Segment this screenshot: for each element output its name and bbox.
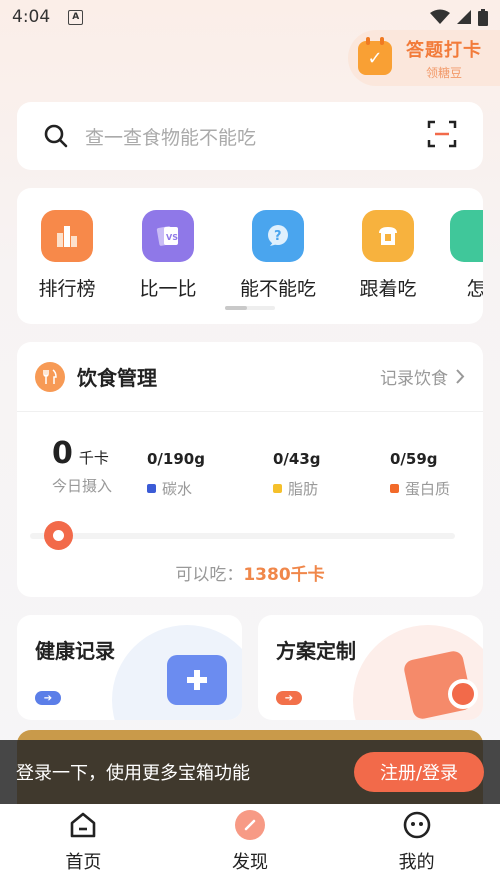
tab-home[interactable]: 首页 — [0, 804, 167, 888]
protein-dot — [390, 484, 399, 493]
bottom-tab-bar: 首页 发现 我的 — [0, 804, 500, 888]
protein-value: 0/59g — [390, 450, 438, 468]
fat-value: 0/43g — [273, 450, 321, 468]
search-icon — [43, 123, 69, 149]
category-compare[interactable]: VS 比一比 — [123, 210, 213, 301]
vs-cards-icon: VS — [142, 210, 194, 262]
carb-value: 0/190g — [147, 450, 205, 468]
signal-icon — [457, 10, 471, 24]
category-label: 能不能吃 — [239, 278, 316, 300]
home-icon — [71, 812, 96, 838]
search-bar[interactable]: 查一查食物能不能吃 — [17, 102, 483, 170]
tab-label: 我的 — [398, 852, 435, 873]
medical-kit-icon — [167, 655, 227, 705]
checkin-title: 答题打卡 — [406, 39, 482, 61]
category-scroll-indicator — [225, 306, 275, 310]
category-ranking[interactable]: 排行榜 — [22, 210, 112, 301]
carb-label: 碳水 — [162, 480, 193, 498]
category-label: 怎 — [466, 278, 483, 300]
bread-icon — [362, 210, 414, 262]
app-notification-icon: A — [68, 9, 84, 25]
fat-stat: 0/43g 脂肪 — [273, 450, 321, 499]
health-record-title: 健康记录 — [35, 639, 115, 663]
health-record-card[interactable]: 健康记录 ➔ — [17, 615, 242, 720]
tab-label: 首页 — [65, 852, 102, 873]
can-eat-value: 1380千卡 — [243, 565, 325, 585]
scroll-thumb — [225, 306, 247, 310]
battery-icon — [478, 8, 488, 26]
svg-text:?: ? — [274, 229, 282, 244]
calendar-check-icon: ✓ — [358, 37, 392, 75]
protein-label: 蛋白质 — [405, 480, 451, 498]
can-eat-text: 可以吃：1380千卡 — [0, 560, 500, 585]
category-label: 排行榜 — [38, 278, 96, 300]
svg-text:VS: VS — [166, 233, 178, 242]
register-login-button[interactable]: 注册/登录 — [354, 752, 484, 792]
category-can-eat[interactable]: ? 能不能吃 — [233, 210, 323, 301]
calorie-progress-knob — [44, 521, 73, 550]
diet-title: 饮食管理 — [77, 366, 157, 390]
question-bubble-icon: ? — [252, 210, 304, 262]
record-diet-link[interactable]: 记录饮食 — [380, 364, 465, 389]
record-diet-label: 记录饮食 — [380, 369, 448, 389]
tab-mine[interactable]: 我的 — [333, 804, 500, 888]
status-time: 4:04 — [12, 7, 51, 27]
protein-stat: 0/59g 蛋白质 — [390, 450, 450, 499]
chevron-right-icon — [456, 369, 465, 384]
fat-dot — [273, 484, 282, 493]
scan-icon[interactable] — [427, 119, 457, 153]
kcal-unit: 千卡 — [78, 449, 109, 467]
wifi-icon — [430, 9, 450, 24]
status-bar: 4:04 A — [0, 0, 500, 34]
quiz-checkin-button[interactable]: ✓ 答题打卡 领糖豆 — [348, 30, 500, 86]
cutlery-icon — [35, 361, 65, 392]
can-eat-label: 可以吃： — [175, 565, 244, 585]
carb-dot — [147, 484, 156, 493]
tab-label: 发现 — [232, 852, 268, 873]
category-icon — [450, 210, 483, 262]
calorie-progress-track — [30, 533, 455, 539]
fat-label: 脂肪 — [288, 480, 319, 498]
category-label: 跟着吃 — [359, 278, 417, 300]
kcal-value: 0 — [52, 436, 73, 471]
plan-custom-title: 方案定制 — [276, 639, 356, 663]
compass-icon — [235, 810, 265, 840]
tab-discover[interactable]: 发现 — [167, 804, 334, 888]
category-label: 比一比 — [139, 278, 197, 300]
category-more[interactable]: 怎 — [431, 210, 483, 301]
bar-chart-icon — [41, 210, 93, 262]
plan-custom-card[interactable]: 方案定制 ➔ — [258, 615, 483, 720]
login-prompt-text: 登录一下，使用更多宝箱功能 — [16, 763, 250, 784]
arrow-right-icon: ➔ — [35, 691, 61, 705]
checkin-subtitle: 领糖豆 — [425, 65, 462, 80]
arrow-right-icon: ➔ — [276, 691, 302, 705]
kcal-sub: 今日摄入 — [52, 477, 113, 495]
search-input[interactable]: 查一查食物能不能吃 — [85, 123, 427, 150]
login-prompt-toast: 登录一下，使用更多宝箱功能 注册/登录 — [0, 740, 500, 804]
carb-stat: 0/190g 碳水 — [147, 450, 205, 499]
category-follow-eat[interactable]: 跟着吃 — [343, 210, 433, 301]
kcal-stat: 0 千卡 今日摄入 — [52, 436, 112, 496]
face-icon — [403, 811, 430, 839]
category-grid: 排行榜 VS 比一比 ? 能不能吃 跟着吃 怎 — [17, 188, 483, 324]
